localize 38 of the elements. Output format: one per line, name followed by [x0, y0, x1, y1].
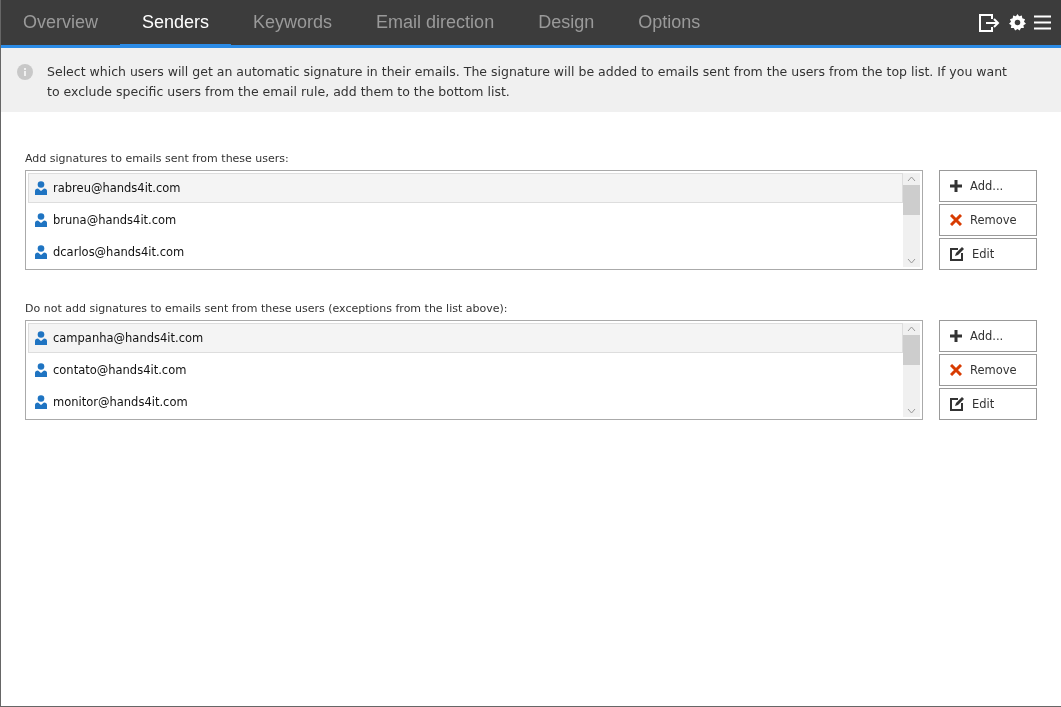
plus-icon	[950, 180, 962, 192]
tab[interactable]: Overview	[1, 0, 120, 48]
tab[interactable]: Options	[616, 0, 723, 48]
plus-icon	[950, 330, 962, 342]
user-item[interactable]: bruna@hands4it.com	[28, 205, 903, 235]
close-icon	[950, 364, 962, 376]
tab[interactable]: Keywords	[231, 0, 355, 48]
user-icon	[35, 213, 47, 227]
user-item[interactable]: rabreu@hands4it.com	[28, 173, 903, 203]
edit-icon	[950, 247, 964, 261]
remove-button[interactable]: Remove	[939, 354, 1037, 386]
tab[interactable]: Email direction	[354, 0, 517, 48]
info-icon	[17, 64, 33, 80]
user-icon	[35, 245, 47, 259]
user-icon	[35, 395, 47, 409]
user-item[interactable]: dcarlos@hands4it.com	[28, 237, 903, 267]
user-item[interactable]: campanha@hands4it.com	[28, 323, 903, 353]
close-icon	[950, 214, 962, 226]
user-icon	[35, 331, 47, 345]
remove-button[interactable]: Remove	[939, 204, 1037, 236]
user-icon	[35, 363, 47, 377]
user-icon	[35, 181, 47, 195]
info-text: Select which users will get an automatic signature in their emails. The signature will be added to emails sent from the users from the top list. If you want to exclude specific users from the email rule, add them to the bottom list.	[47, 63, 1008, 101]
add-button[interactable]: Add...	[939, 320, 1037, 352]
user-item[interactable]: monitor@hands4it.com	[28, 387, 903, 417]
exit-icon[interactable]	[979, 13, 1001, 32]
edit-button[interactable]: Edit	[939, 238, 1037, 270]
settings-icon[interactable]	[1009, 14, 1026, 31]
menu-icon[interactable]	[1034, 15, 1051, 30]
scrollbar[interactable]	[903, 323, 920, 417]
edit-icon	[950, 397, 964, 411]
scrollbar[interactable]	[903, 173, 920, 267]
add-button[interactable]: Add...	[939, 170, 1037, 202]
edit-button[interactable]: Edit	[939, 388, 1037, 420]
list-label: Do not add signatures to emails sent from these users (exceptions from the list above):	[25, 302, 509, 315]
tab[interactable]: Design	[516, 0, 617, 48]
list-label: Add signatures to emails sent from these users:	[25, 152, 290, 165]
user-item[interactable]: contato@hands4it.com	[28, 355, 903, 385]
